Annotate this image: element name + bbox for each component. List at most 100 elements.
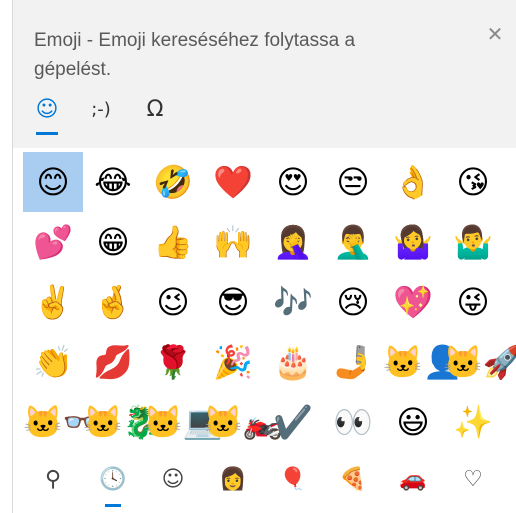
emoji-glyph: 💋: [93, 343, 133, 381]
emoji-cell[interactable]: 🤦‍♀️: [263, 212, 323, 272]
emoji-glyph: ❤️: [213, 163, 253, 201]
emoji-cell[interactable]: 😁: [83, 212, 143, 272]
symbols-category[interactable]: ♡: [443, 460, 503, 500]
emoji-glyph: 🙌: [213, 223, 253, 261]
emoji-cell[interactable]: 🐱‍🚀: [443, 332, 516, 392]
emoji-cell[interactable]: 💕: [23, 212, 83, 272]
emoji-cell[interactable]: 🤣: [143, 152, 203, 212]
emoji-glyph: 👌: [393, 163, 433, 201]
people-icon: 👩: [219, 467, 247, 492]
emoji-glyph: 🤷‍♀️: [393, 223, 433, 261]
emoji-cell[interactable]: 😊: [23, 152, 83, 212]
emoji-glyph: 😜: [456, 283, 490, 321]
emoji-cell[interactable]: 🤳: [323, 332, 383, 392]
emoji-cell[interactable]: 😉: [143, 272, 203, 332]
emoji-panel: Emoji - Emoji kereséséhez folytassa a gé…: [12, 0, 516, 513]
emoji-cell[interactable]: 🐱‍🐉: [83, 392, 163, 452]
emoji-cell[interactable]: 💋: [83, 332, 143, 392]
emoji-cell[interactable]: 🐱‍🏍: [203, 392, 283, 452]
panel-header: Emoji - Emoji kereséséhez folytassa a gé…: [13, 0, 516, 148]
emoji-glyph: ✨: [453, 403, 493, 441]
emoji-cell[interactable]: 😍: [263, 152, 323, 212]
emoji-cell[interactable]: 👀: [323, 392, 383, 452]
emoji-glyph: 🤦‍♀️: [273, 223, 313, 261]
emoji-glyph: 😁: [96, 223, 130, 261]
emoji-glyph: 🐱‍🚀: [443, 343, 516, 381]
emoji-cell[interactable]: 👍: [143, 212, 203, 272]
recent-icon: 🕓: [99, 467, 127, 492]
people-category[interactable]: 👩: [203, 460, 263, 500]
symbols-tab[interactable]: Ω: [135, 94, 175, 134]
close-icon[interactable]: ✕: [485, 24, 505, 44]
emoji-cell[interactable]: 🐱‍💻: [143, 392, 223, 452]
emoji-cell[interactable]: 😒: [323, 152, 383, 212]
emoji-cell[interactable]: ❤️: [203, 152, 263, 212]
emoji-glyph: 😘: [456, 163, 490, 201]
emoji-cell[interactable]: 🎶: [263, 272, 323, 332]
emoji-glyph: 😊: [36, 163, 70, 201]
emoji-glyph: 😢: [336, 283, 370, 321]
recent-category[interactable]: 🕓: [83, 460, 143, 507]
emoji-glyph: 🎉: [213, 343, 253, 381]
emoji-glyph: 🤣: [153, 163, 193, 201]
emoji-glyph: 💕: [33, 223, 73, 261]
emoji-glyph: 😃: [396, 403, 430, 441]
emoji-glyph: 😎: [216, 283, 250, 321]
emoji-glyph: 🎶: [273, 283, 313, 321]
emoji-cell[interactable]: 🤷‍♀️: [383, 212, 443, 272]
smileys-category[interactable]: ☺: [143, 460, 203, 500]
emoji-glyph: 🌹: [153, 343, 193, 381]
emoji-cell[interactable]: 🤷‍♂️: [443, 212, 503, 272]
emoji-glyph: 👏: [33, 343, 73, 381]
emoji-cell[interactable]: 😎: [203, 272, 263, 332]
emoji-glyph: 🤳: [333, 343, 373, 381]
food-category[interactable]: 🍕: [323, 460, 383, 500]
travel-icon: 🚗: [399, 467, 427, 492]
kaomoji-tab[interactable]: ;-): [81, 94, 121, 134]
emoji-cell[interactable]: 👌: [383, 152, 443, 212]
emoji-glyph: 😒: [336, 163, 370, 201]
emoji-cell[interactable]: 🙌: [203, 212, 263, 272]
emoji-cell[interactable]: ✨: [443, 392, 503, 452]
emoji-glyph: 👍: [153, 223, 193, 261]
kaomoji-icon: ;-): [91, 99, 111, 120]
emoji-cell[interactable]: 😘: [443, 152, 503, 212]
emoji-glyph: 🤷‍♂️: [453, 223, 493, 261]
emoji-cell[interactable]: 😂: [83, 152, 143, 212]
emoji-cell[interactable]: ✌️: [23, 272, 83, 332]
search-category[interactable]: ⚲: [23, 460, 83, 500]
emoji-cell[interactable]: 🤞: [83, 272, 143, 332]
travel-category[interactable]: 🚗: [383, 460, 443, 500]
smileys-icon: ☺: [161, 467, 185, 492]
emoji-cell[interactable]: 🎉: [203, 332, 263, 392]
emoji-cell[interactable]: 🐱‍👓: [23, 392, 103, 452]
emoji-glyph: 😍: [276, 163, 310, 201]
emoji-glyph: 👀: [333, 403, 373, 441]
celebration-icon: 🎈: [279, 467, 307, 492]
celebration-category[interactable]: 🎈: [263, 460, 323, 500]
emoji-glyph: 💖: [393, 283, 433, 321]
food-icon: 🍕: [339, 467, 367, 492]
emoji-glyph: 🎂: [273, 343, 313, 381]
omega-icon: Ω: [146, 97, 164, 122]
emoji-cell[interactable]: 🌹: [143, 332, 203, 392]
emoji-cell[interactable]: 🤦‍♂️: [323, 212, 383, 272]
active-tab-indicator: [36, 132, 58, 135]
emoji-glyph: ✔️: [273, 403, 313, 441]
emoji-cell[interactable]: 🐱‍👤: [383, 332, 463, 392]
emoji-cell[interactable]: 😢: [323, 272, 383, 332]
emoji-tab[interactable]: ☺: [27, 94, 67, 135]
symbols-icon: ♡: [463, 467, 483, 492]
emoji-cell[interactable]: 😃: [383, 392, 443, 452]
emoji-cell[interactable]: 👏: [23, 332, 83, 392]
emoji-glyph: 🤦‍♂️: [333, 223, 373, 261]
emoji-cell[interactable]: 🎂: [263, 332, 323, 392]
search-icon: ⚲: [44, 467, 62, 492]
active-category-indicator: [105, 504, 121, 507]
emoji-glyph: 😂: [94, 163, 132, 201]
panel-title: Emoji - Emoji kereséséhez folytassa a gé…: [34, 30, 356, 80]
emoji-cell[interactable]: 😜: [443, 272, 503, 332]
emoji-cell[interactable]: ✔️: [263, 392, 323, 452]
emoji-cell[interactable]: 💖: [383, 272, 443, 332]
smiley-icon: ☺: [35, 97, 59, 122]
